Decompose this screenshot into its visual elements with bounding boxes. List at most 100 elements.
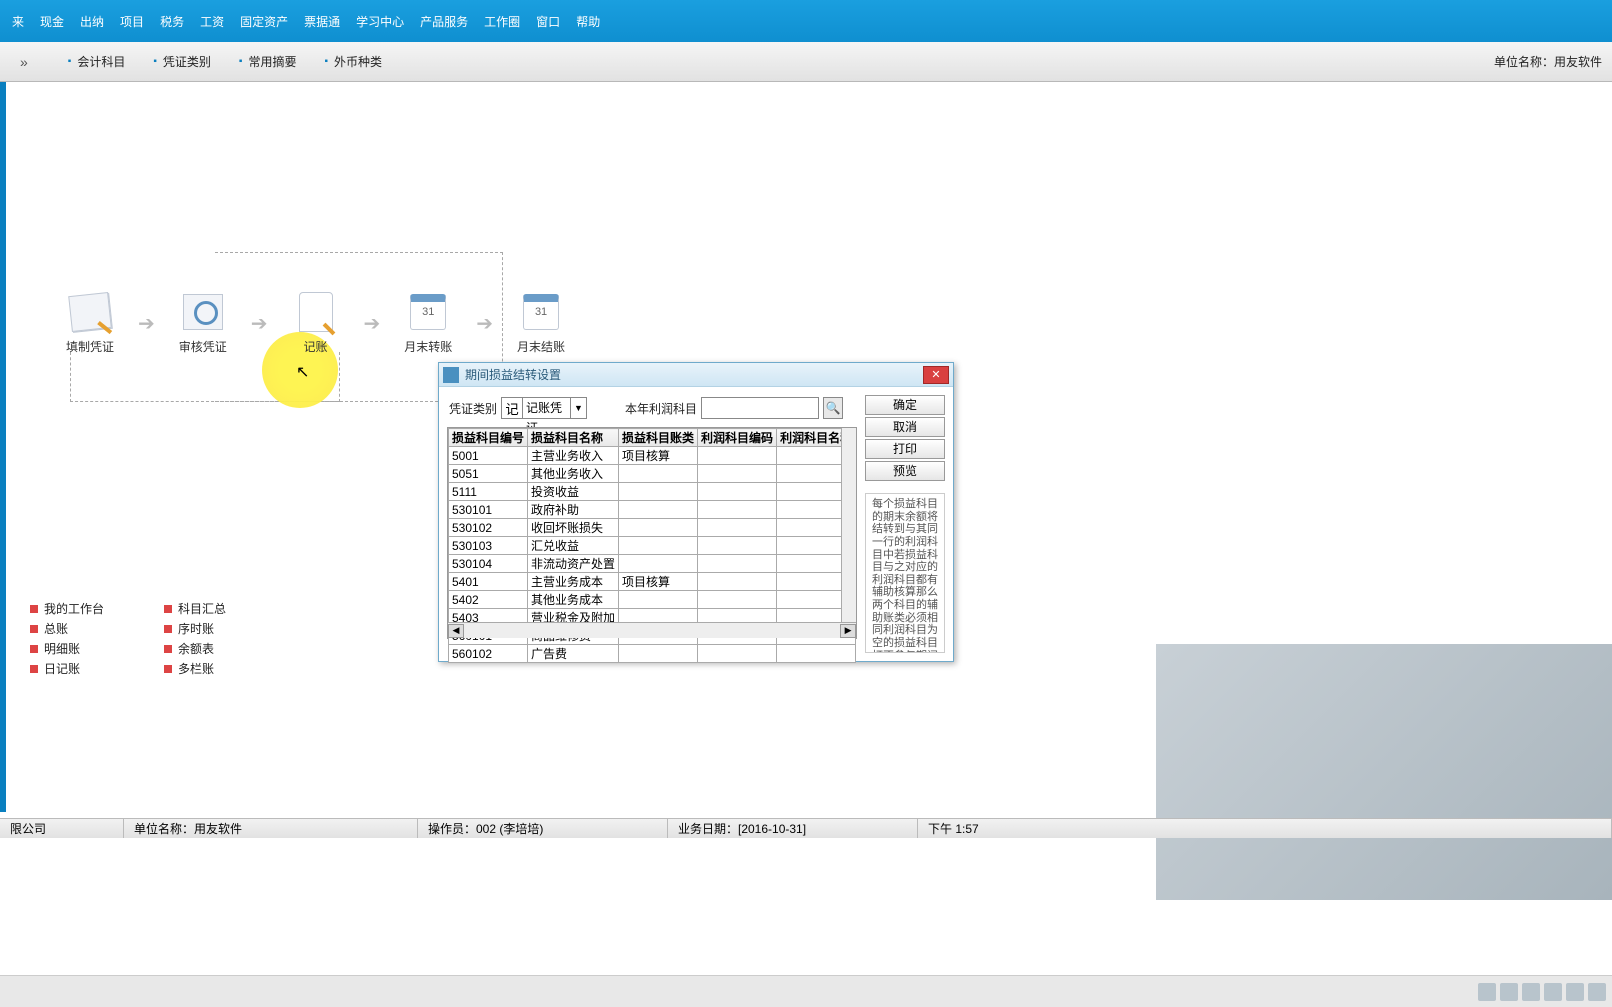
- profit-subject-input[interactable]: [701, 397, 819, 419]
- print-button[interactable]: 打印: [865, 439, 945, 459]
- table-cell[interactable]: [619, 501, 698, 519]
- table-cell[interactable]: 主营业务收入: [528, 447, 619, 465]
- flow-node-create-voucher[interactable]: 填制凭证: [60, 292, 120, 355]
- table-cell[interactable]: [619, 465, 698, 483]
- grid-header[interactable]: 损益科目编号: [449, 429, 528, 447]
- table-cell[interactable]: 530101: [449, 501, 528, 519]
- table-row[interactable]: 5051其他业务收入: [449, 465, 856, 483]
- table-cell[interactable]: [619, 555, 698, 573]
- table-cell[interactable]: 5401: [449, 573, 528, 591]
- quicklink-item[interactable]: 序时账: [164, 620, 226, 637]
- grid-header[interactable]: 损益科目名称: [528, 429, 619, 447]
- table-cell[interactable]: 收回坏账损失: [528, 519, 619, 537]
- table-cell[interactable]: 投资收益: [528, 483, 619, 501]
- table-cell[interactable]: [619, 645, 698, 663]
- table-cell[interactable]: 530104: [449, 555, 528, 573]
- table-cell[interactable]: 5402: [449, 591, 528, 609]
- tray-icon[interactable]: [1478, 983, 1496, 1001]
- menu-item[interactable]: 票据通: [296, 7, 348, 36]
- menu-item[interactable]: 项目: [112, 7, 152, 36]
- table-row[interactable]: 530101政府补助: [449, 501, 856, 519]
- scroll-right-icon[interactable]: ▶: [840, 624, 856, 638]
- subnav-item[interactable]: 凭证类别: [153, 53, 211, 70]
- table-row[interactable]: 560102广告费: [449, 645, 856, 663]
- table-cell[interactable]: 项目核算: [619, 573, 698, 591]
- table-row[interactable]: 530103汇兑收益: [449, 537, 856, 555]
- table-cell[interactable]: [698, 447, 777, 465]
- quicklink-item[interactable]: 总账: [30, 620, 104, 637]
- menu-item[interactable]: 来: [4, 7, 32, 36]
- scroll-left-icon[interactable]: ◀: [448, 624, 464, 638]
- table-cell[interactable]: 其他业务成本: [528, 591, 619, 609]
- table-cell[interactable]: 5001: [449, 447, 528, 465]
- menu-item[interactable]: 窗口: [528, 7, 568, 36]
- tray-icon[interactable]: [1544, 983, 1562, 1001]
- quicklink-item[interactable]: 我的工作台: [30, 600, 104, 617]
- table-cell[interactable]: 项目核算: [619, 447, 698, 465]
- menu-item[interactable]: 现金: [32, 7, 72, 36]
- table-cell[interactable]: [698, 573, 777, 591]
- table-cell[interactable]: 530103: [449, 537, 528, 555]
- table-cell[interactable]: [777, 645, 856, 663]
- cancel-button[interactable]: 取消: [865, 417, 945, 437]
- flow-node-month-transfer[interactable]: 月末转账: [398, 292, 458, 355]
- menu-item[interactable]: 固定资产: [232, 7, 296, 36]
- table-cell[interactable]: [619, 537, 698, 555]
- voucher-type-code-input[interactable]: [502, 398, 522, 418]
- preview-button[interactable]: 预览: [865, 461, 945, 481]
- quicklink-item[interactable]: 日记账: [30, 660, 104, 677]
- search-button[interactable]: 🔍: [823, 397, 843, 419]
- table-cell[interactable]: [619, 519, 698, 537]
- menu-item[interactable]: 帮助: [568, 7, 608, 36]
- dialog-titlebar[interactable]: 期间损益结转设置 ✕: [439, 363, 953, 387]
- quicklink-item[interactable]: 余额表: [164, 640, 226, 657]
- expand-icon[interactable]: »: [10, 54, 38, 70]
- table-cell[interactable]: [698, 465, 777, 483]
- tray-icon[interactable]: [1588, 983, 1606, 1001]
- grid-header[interactable]: 利润科目编码: [698, 429, 777, 447]
- tray-icon[interactable]: [1500, 983, 1518, 1001]
- table-cell[interactable]: 政府补助: [528, 501, 619, 519]
- table-row[interactable]: 5001主营业务收入项目核算: [449, 447, 856, 465]
- tray-icon[interactable]: [1522, 983, 1540, 1001]
- table-cell[interactable]: 广告费: [528, 645, 619, 663]
- table-row[interactable]: 5402其他业务成本: [449, 591, 856, 609]
- flow-node-posting[interactable]: 记账: [286, 292, 346, 355]
- voucher-type-combo[interactable]: 记账凭证 ▼: [501, 397, 587, 419]
- table-cell[interactable]: 530102: [449, 519, 528, 537]
- tray-icon[interactable]: [1566, 983, 1584, 1001]
- table-cell[interactable]: [619, 483, 698, 501]
- close-button[interactable]: ✕: [923, 366, 949, 384]
- table-cell[interactable]: 汇兑收益: [528, 537, 619, 555]
- quicklink-item[interactable]: 明细账: [30, 640, 104, 657]
- table-row[interactable]: 530104非流动资产处置: [449, 555, 856, 573]
- subnav-item[interactable]: 外币种类: [324, 53, 382, 70]
- table-cell[interactable]: [698, 483, 777, 501]
- horizontal-scrollbar[interactable]: ◀ ▶: [448, 622, 856, 638]
- table-row[interactable]: 5401主营业务成本项目核算: [449, 573, 856, 591]
- table-cell[interactable]: 5051: [449, 465, 528, 483]
- quicklink-item[interactable]: 科目汇总: [164, 600, 226, 617]
- flow-node-month-close[interactable]: 月末结账: [511, 292, 571, 355]
- chevron-down-icon[interactable]: ▼: [570, 398, 586, 418]
- table-cell[interactable]: 非流动资产处置: [528, 555, 619, 573]
- subnav-item[interactable]: 常用摘要: [239, 53, 297, 70]
- table-cell[interactable]: 560102: [449, 645, 528, 663]
- menu-item[interactable]: 出纳: [72, 7, 112, 36]
- table-cell[interactable]: 其他业务收入: [528, 465, 619, 483]
- table-row[interactable]: 530102收回坏账损失: [449, 519, 856, 537]
- menu-item[interactable]: 学习中心: [348, 7, 412, 36]
- quicklink-item[interactable]: 多栏账: [164, 660, 226, 677]
- table-cell[interactable]: [698, 645, 777, 663]
- vertical-scrollbar[interactable]: [841, 428, 856, 622]
- table-cell[interactable]: [698, 555, 777, 573]
- flow-node-audit-voucher[interactable]: 审核凭证: [173, 292, 233, 355]
- table-cell[interactable]: 5111: [449, 483, 528, 501]
- table-row[interactable]: 5111投资收益: [449, 483, 856, 501]
- table-cell[interactable]: 主营业务成本: [528, 573, 619, 591]
- subnav-item[interactable]: 会计科目: [68, 53, 126, 70]
- table-cell[interactable]: [619, 591, 698, 609]
- table-cell[interactable]: [698, 591, 777, 609]
- menu-item[interactable]: 工资: [192, 7, 232, 36]
- menu-item[interactable]: 工作圈: [476, 7, 528, 36]
